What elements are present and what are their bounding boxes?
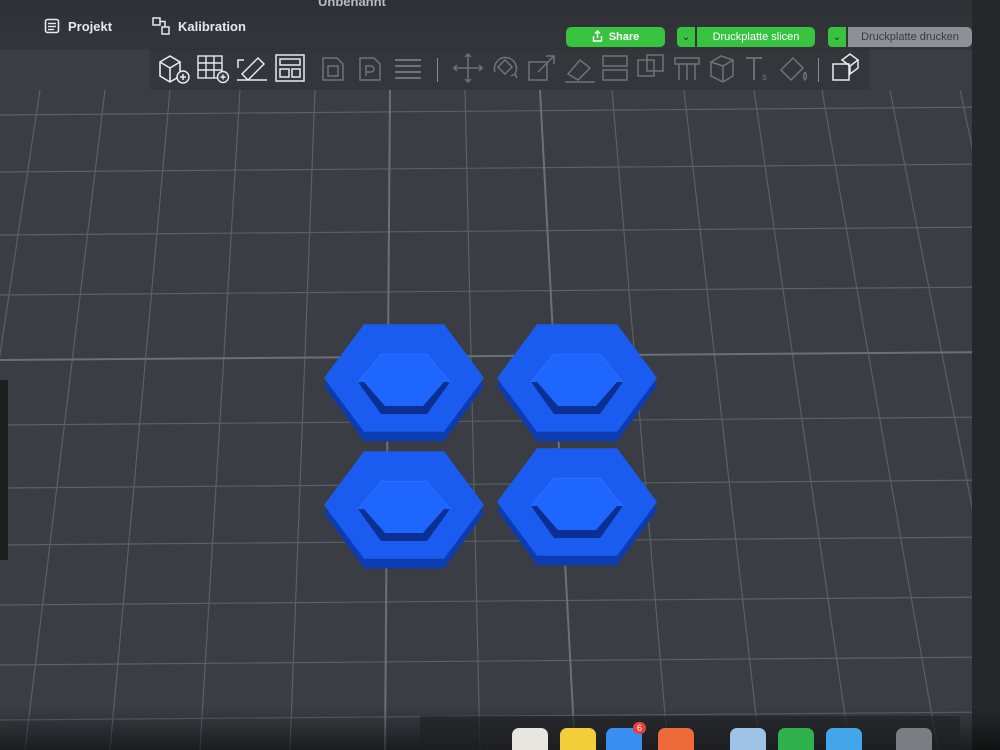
trash-icon[interactable] [896,728,932,750]
add-object-icon[interactable] [156,50,192,86]
share-label: Share [608,31,640,43]
boolean-icon[interactable] [633,50,669,86]
tab-label: Projekt [68,18,113,34]
lay-flat-icon[interactable] [562,50,598,86]
dock-app-icon[interactable] [658,728,694,750]
dock-notes-icon[interactable] [560,728,596,750]
support-paint-icon[interactable] [669,50,705,86]
scale-icon[interactable] [524,50,560,86]
rotate-icon[interactable] [487,50,523,86]
tab-label: Kalibration [178,18,246,34]
chevron-down-icon: ⌄ [832,31,842,43]
dock-app-icon[interactable] [826,728,862,750]
slice-dropdown[interactable]: ⌄ [677,27,695,47]
slice-plate-button[interactable]: Druckplatte slicen [697,27,815,47]
color-paint-icon[interactable] [775,50,811,86]
build-plate[interactable] [0,90,1000,750]
calibration-icon [152,17,170,35]
auto-orient-icon[interactable] [234,50,270,86]
chevron-down-icon: ⌄ [681,31,691,43]
right-panel-edge [972,0,1000,750]
plate-grid [0,90,1000,750]
share-button[interactable]: Share [566,27,665,47]
toolbar-separator [818,58,819,82]
tab-kalibration[interactable]: Kalibration [152,14,246,38]
plate-p-icon[interactable] [354,50,390,86]
tab-projekt[interactable]: Projekt [44,14,112,38]
dock-numbers-icon[interactable] [778,728,814,750]
print-dropdown[interactable]: ⌄ [828,27,846,47]
grid-plate-icon[interactable] [195,50,231,86]
dock-app-store-icon[interactable]: 6 [606,722,646,750]
text-icon[interactable]: s [740,50,776,86]
layers-icon[interactable] [390,50,426,86]
seam-icon[interactable] [705,50,741,86]
toolbar-separator [437,58,438,82]
dock-app-icon[interactable] [512,728,548,750]
left-panel-edge [0,380,8,560]
screen: Unbenannt Projekt Kalibration Share ⌄ Dr… [0,0,1000,750]
plate-icon[interactable] [317,50,353,86]
cut-icon[interactable] [597,50,633,86]
window-title: Unbenannt [318,0,386,9]
document-icon [44,18,60,34]
assembly-icon[interactable] [828,50,864,86]
share-icon [592,29,603,45]
svg-text:s: s [762,72,767,83]
arrange-icon[interactable] [272,50,308,86]
badge: 6 [632,722,646,734]
print-plate-button[interactable]: Druckplatte drucken [848,27,972,47]
dock-folder-icon[interactable] [730,728,766,750]
move-icon[interactable] [450,50,486,86]
